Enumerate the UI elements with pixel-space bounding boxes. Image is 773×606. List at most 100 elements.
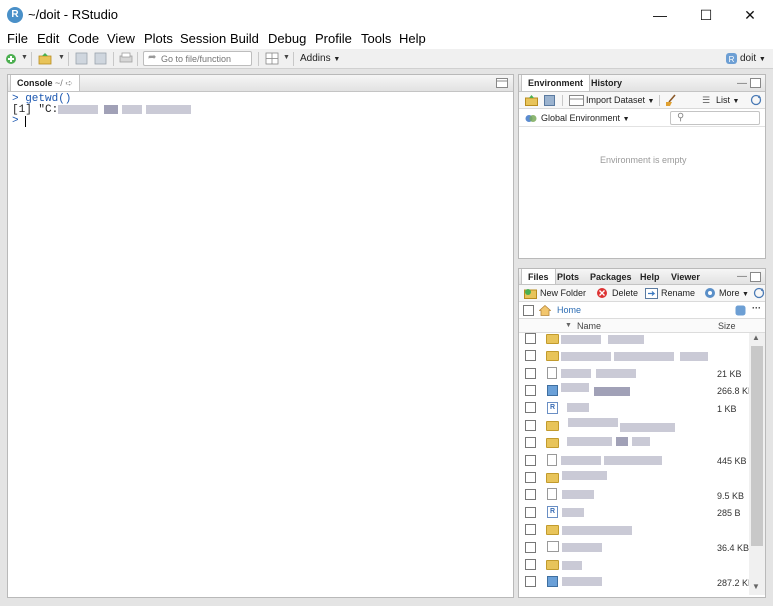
- redacted-text: [146, 105, 191, 114]
- row-checkbox[interactable]: [525, 559, 536, 570]
- toolbar-divider: [562, 95, 563, 106]
- print-icon[interactable]: [119, 52, 133, 65]
- maximize-button[interactable]: ☐: [683, 0, 729, 30]
- row-checkbox[interactable]: [525, 368, 536, 379]
- column-header-size[interactable]: Size: [718, 321, 736, 331]
- menu-session[interactable]: Session: [180, 31, 226, 46]
- minimize-pane-icon[interactable]: —: [737, 78, 747, 89]
- environment-search-box[interactable]: ⚲: [670, 111, 760, 125]
- maximize-pane-icon[interactable]: [750, 272, 761, 282]
- import-dataset-caret-icon: ▼: [647, 98, 655, 105]
- maximize-pane-icon[interactable]: [750, 78, 761, 88]
- menu-debug[interactable]: Debug: [268, 31, 306, 46]
- redacted-filename: [562, 471, 607, 480]
- new-file-dropdown-icon[interactable]: ▼: [21, 54, 28, 61]
- import-dataset-button[interactable]: Import Dataset ▼: [586, 95, 654, 105]
- menu-build[interactable]: Build: [230, 31, 259, 46]
- project-menu[interactable]: doit ▼: [740, 53, 766, 64]
- refresh-icon[interactable]: [750, 94, 762, 106]
- global-environment-dropdown[interactable]: Global Environment ▼: [541, 113, 630, 123]
- redacted-filename: [596, 369, 636, 378]
- go-to-project-icon[interactable]: [735, 305, 746, 316]
- addins-button[interactable]: Addins ▼: [300, 53, 340, 64]
- open-file-icon[interactable]: [38, 52, 52, 65]
- tab-packages[interactable]: Packages: [584, 269, 638, 284]
- row-checkbox[interactable]: [525, 576, 536, 587]
- new-file-icon[interactable]: [5, 52, 19, 65]
- goto-file-function-input[interactable]: [161, 53, 249, 64]
- new-folder-icon: [524, 289, 537, 299]
- folder-icon: [546, 473, 559, 483]
- new-folder-button[interactable]: New Folder: [540, 288, 586, 298]
- goto-file-function-box[interactable]: ➦: [143, 51, 252, 66]
- scrollbar-thumb[interactable]: [751, 346, 763, 546]
- tab-environment[interactable]: Environment: [521, 75, 591, 91]
- redacted-filename: [562, 561, 582, 570]
- tab-plots[interactable]: Plots: [551, 269, 585, 284]
- file-size: 1 KB: [717, 404, 737, 414]
- menu-help[interactable]: Help: [399, 31, 426, 46]
- refresh-icon[interactable]: [753, 287, 765, 299]
- row-checkbox[interactable]: [525, 455, 536, 466]
- menu-view[interactable]: View: [107, 31, 135, 46]
- list-view-label: List: [716, 95, 731, 105]
- row-checkbox[interactable]: [525, 507, 536, 518]
- rename-button[interactable]: Rename: [661, 288, 695, 298]
- row-checkbox[interactable]: [525, 437, 536, 448]
- row-checkbox[interactable]: [525, 385, 536, 396]
- more-button[interactable]: More ▼: [719, 288, 749, 298]
- column-header-name[interactable]: Name: [577, 321, 601, 331]
- load-workspace-icon[interactable]: [525, 95, 538, 106]
- minimize-pane-icon[interactable]: —: [737, 271, 747, 282]
- folder-icon: [546, 438, 559, 448]
- clear-workspace-broom-icon[interactable]: [665, 94, 678, 106]
- minimize-button[interactable]: —: [637, 0, 683, 30]
- save-icon[interactable]: [75, 52, 89, 65]
- svg-text:R: R: [729, 55, 735, 64]
- redacted-filename: [616, 437, 628, 446]
- delete-button[interactable]: Delete: [612, 288, 638, 298]
- redacted-filename: [561, 352, 611, 361]
- menu-edit[interactable]: Edit: [37, 31, 59, 46]
- list-view-button[interactable]: List ▼: [716, 95, 739, 105]
- addins-caret-icon: ▼: [333, 56, 341, 63]
- menu-file[interactable]: File: [7, 31, 28, 46]
- menu-code[interactable]: Code: [68, 31, 99, 46]
- folder-icon: [546, 351, 559, 361]
- menu-profile[interactable]: Profile: [315, 31, 352, 46]
- row-checkbox[interactable]: [525, 472, 536, 483]
- console-prompt[interactable]: >: [12, 116, 19, 127]
- menu-plots[interactable]: Plots: [144, 31, 173, 46]
- row-checkbox[interactable]: [525, 333, 536, 344]
- list-view-icon: ☰: [702, 95, 711, 105]
- select-all-checkbox[interactable]: [523, 305, 534, 316]
- environment-toolbar: Import Dataset ▼ ☰ List ▼: [519, 92, 765, 109]
- tab-viewer[interactable]: Viewer: [665, 269, 706, 284]
- open-file-dropdown-icon[interactable]: ▼: [58, 54, 65, 61]
- file-size: 285 B: [717, 508, 741, 518]
- workspace-panes-icon[interactable]: [265, 52, 279, 65]
- row-checkbox[interactable]: [525, 402, 536, 413]
- folder-icon: [546, 334, 559, 344]
- tab-history[interactable]: History: [585, 75, 628, 91]
- close-button[interactable]: ✕: [727, 0, 773, 30]
- menu-tools[interactable]: Tools: [361, 31, 391, 46]
- row-checkbox[interactable]: [525, 350, 536, 361]
- breadcrumb-home[interactable]: Home: [557, 305, 581, 315]
- scroll-down-icon[interactable]: ▼: [752, 582, 760, 591]
- row-checkbox[interactable]: [525, 524, 536, 535]
- global-environment-label: Global Environment: [541, 113, 621, 123]
- tab-console[interactable]: Console ~/ ➪: [10, 75, 80, 91]
- more-options-icon[interactable]: ···: [752, 303, 761, 313]
- save-all-icon[interactable]: [94, 52, 108, 65]
- go-to-directory-icon[interactable]: ➪: [65, 78, 73, 88]
- workspace-panes-dropdown-icon[interactable]: ▼: [283, 54, 290, 61]
- scroll-up-icon[interactable]: ▲: [752, 333, 760, 342]
- row-checkbox[interactable]: [525, 489, 536, 500]
- row-checkbox[interactable]: [525, 420, 536, 431]
- tab-help[interactable]: Help: [634, 269, 666, 284]
- save-workspace-icon[interactable]: [544, 95, 555, 106]
- maximize-pane-icon[interactable]: [496, 78, 508, 88]
- files-scrollbar[interactable]: ▲ ▼: [749, 333, 765, 595]
- row-checkbox[interactable]: [525, 542, 536, 553]
